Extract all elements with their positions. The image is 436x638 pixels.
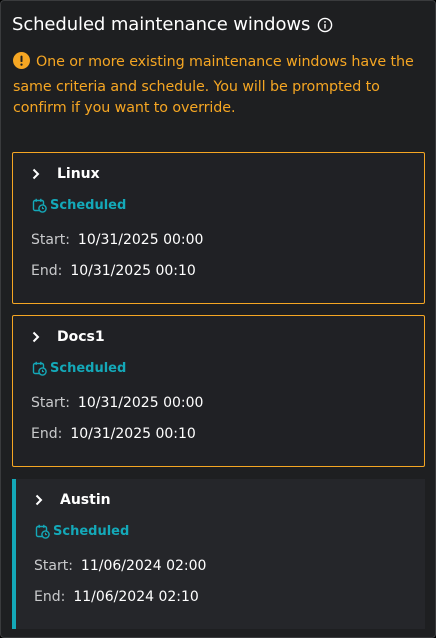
start-row: Start: 10/31/2025 00:00 [31, 395, 203, 411]
status-badge: Scheduled [32, 198, 126, 213]
panel-header: Scheduled maintenance windows [12, 14, 333, 35]
end-label: End: [34, 589, 66, 605]
start-value: 10/31/2025 00:00 [77, 395, 204, 411]
end-row: End: 11/06/2024 02:10 [34, 589, 199, 605]
card-header[interactable]: Docs1 [32, 329, 105, 345]
start-value: 10/31/2025 00:00 [77, 232, 204, 248]
start-value: 11/06/2024 02:00 [80, 558, 207, 574]
end-row: End: 10/31/2025 00:10 [31, 263, 196, 279]
end-row: End: 10/31/2025 00:10 [31, 426, 196, 442]
end-value: 10/31/2025 00:10 [70, 426, 196, 442]
maintenance-window-card-selected: Austin Scheduled Start: 11/06/2024 02:00… [12, 479, 425, 629]
calendar-clock-icon [32, 361, 47, 376]
override-warning: One or more existing maintenance windows… [13, 52, 425, 120]
maintenance-window-card: Docs1 Scheduled Start: 10/31/2025 00:00 … [12, 315, 425, 467]
calendar-clock-icon [32, 198, 47, 213]
start-label: Start: [34, 558, 73, 574]
info-icon[interactable] [317, 17, 333, 33]
warning-icon [13, 52, 30, 77]
chevron-right-icon[interactable] [32, 331, 40, 343]
warning-text: One or more existing maintenance windows… [13, 54, 414, 116]
status-text: Scheduled [50, 361, 127, 376]
maintenance-windows-panel: Scheduled maintenance windows One or mor… [0, 0, 436, 638]
start-row: Start: 11/06/2024 02:00 [34, 558, 206, 574]
card-header[interactable]: Austin [35, 492, 111, 508]
end-value: 10/31/2025 00:10 [70, 263, 196, 279]
start-label: Start: [31, 395, 70, 411]
end-value: 11/06/2024 02:10 [73, 589, 199, 605]
maintenance-window-card: Linux Scheduled Start: 10/31/2025 00:00 … [12, 152, 425, 304]
chevron-right-icon[interactable] [32, 168, 40, 180]
start-label: Start: [31, 232, 70, 248]
card-header[interactable]: Linux [32, 166, 100, 182]
chevron-right-icon[interactable] [35, 494, 43, 506]
end-label: End: [31, 263, 63, 279]
status-badge: Scheduled [35, 524, 129, 539]
calendar-clock-icon [35, 524, 50, 539]
panel-title: Scheduled maintenance windows [12, 14, 311, 35]
end-label: End: [31, 426, 63, 442]
status-text: Scheduled [53, 524, 130, 539]
status-text: Scheduled [50, 198, 127, 213]
status-badge: Scheduled [32, 361, 126, 376]
window-name: Linux [57, 166, 100, 182]
start-row: Start: 10/31/2025 00:00 [31, 232, 203, 248]
window-name: Docs1 [57, 329, 105, 345]
window-name: Austin [60, 492, 111, 508]
